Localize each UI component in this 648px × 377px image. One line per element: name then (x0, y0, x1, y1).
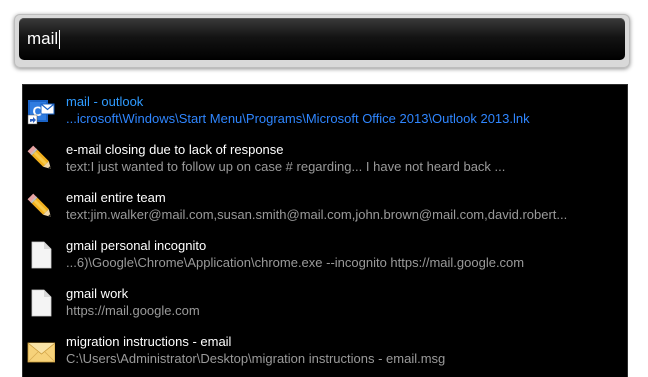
result-item[interactable]: gmail work https://mail.google.com (23, 277, 627, 325)
result-title: email entire team (66, 190, 166, 205)
result-item[interactable]: gmail personal incognito ...6)\Google\Ch… (23, 229, 627, 277)
result-title: gmail personal incognito (66, 238, 207, 253)
text-caret (59, 29, 61, 49)
search-box[interactable]: mail (19, 18, 625, 60)
envelope-icon (27, 342, 55, 363)
result-title: migration instructions - email (66, 334, 232, 349)
result-subtitle: https://mail.google.com (66, 303, 200, 318)
document-icon (31, 289, 52, 317)
result-title: gmail work (66, 286, 129, 301)
pencil-icon (27, 193, 51, 217)
result-subtitle: ...6)\Google\Chrome\Application\chrome.e… (66, 255, 525, 270)
result-item[interactable]: O mail - outlook ...icrosoft\Windows\Sta… (23, 85, 627, 133)
result-subtitle: text:I just wanted to follow up on case … (66, 159, 506, 174)
result-subtitle: text:jim.walker@mail.com,susan.smith@mai… (66, 207, 568, 222)
results-list: O mail - outlook ...icrosoft\Windows\Sta… (22, 84, 628, 377)
outlook-icon: O (27, 100, 55, 125)
result-title: mail - outlook (66, 94, 144, 109)
result-item[interactable]: migration instructions - email C:\Users\… (23, 325, 627, 373)
search-input[interactable]: mail (27, 26, 587, 52)
result-item[interactable]: e-mail closing due to lack of response t… (23, 133, 627, 181)
pencil-icon (27, 145, 51, 169)
result-subtitle: ...icrosoft\Windows\Start Menu\Programs\… (66, 111, 530, 126)
result-title: e-mail closing due to lack of response (66, 142, 284, 157)
search-query-text: mail (27, 29, 59, 48)
result-subtitle: C:\Users\Administrator\Desktop\migration… (66, 351, 446, 366)
search-bar: mail (14, 14, 630, 68)
document-icon (31, 241, 52, 269)
result-item[interactable]: email entire team text:jim.walker@mail.c… (23, 181, 627, 229)
